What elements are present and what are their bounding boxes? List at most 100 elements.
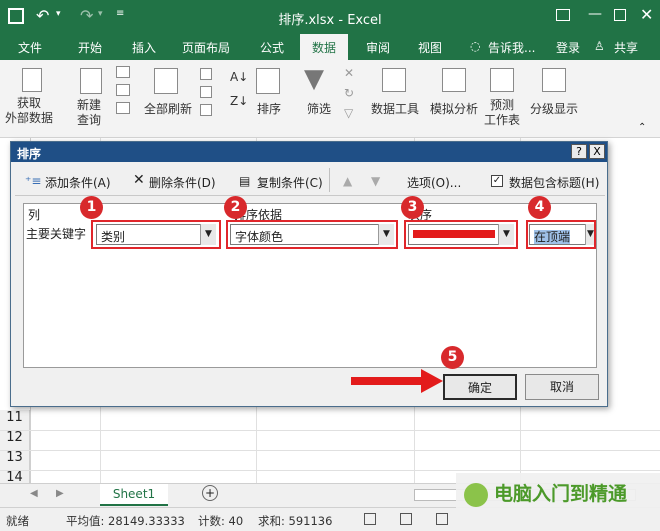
- close-icon[interactable]: ✕: [640, 5, 653, 24]
- dialog-toolbar: ⁺≡ 添加条件(A) ✕ 删除条件(D) ▤ 复制条件(C) ▲ ▼ 选项(O)…: [15, 164, 605, 196]
- step-marker-5: 5: [441, 346, 464, 369]
- status-count: 计数: 40: [198, 514, 244, 528]
- filter-icon: ▼: [304, 64, 324, 94]
- prev-sheet-icon[interactable]: ◀: [30, 488, 38, 499]
- move-up-icon[interactable]: ▲: [343, 174, 352, 188]
- tab-data[interactable]: 数据: [300, 34, 349, 60]
- connections-icon[interactable]: [200, 68, 212, 80]
- sort-icon: [256, 68, 280, 94]
- tab-review[interactable]: 审阅: [366, 39, 390, 56]
- sign-in-link[interactable]: 登录: [556, 39, 580, 56]
- show-queries-icon[interactable]: [116, 66, 130, 78]
- add-level-icon: ⁺≡: [25, 174, 42, 188]
- ribbon: 获取 外部数据 新建 查询 全部刷新 A↓ Z↓ 排序 ▼ 筛选 ✕ ↻ ▽ 数…: [0, 60, 660, 138]
- watermark-text: 电脑入门到精通: [494, 483, 628, 505]
- row-header[interactable]: 12: [0, 430, 30, 450]
- help-button[interactable]: ?: [571, 144, 587, 159]
- header-checkbox-label: 数据包含标题(H): [509, 176, 600, 190]
- forecast-sheet-icon: [490, 68, 514, 92]
- what-if-analysis-button[interactable]: 模拟分析: [428, 100, 480, 117]
- level-label: 主要关键字: [26, 225, 87, 242]
- delete-level-icon: ✕: [133, 172, 145, 188]
- refresh-all-icon: [154, 68, 178, 94]
- move-down-icon[interactable]: ▼: [371, 174, 380, 188]
- arrow-pointer: [351, 377, 425, 385]
- row-header[interactable]: 11: [0, 410, 30, 430]
- step-marker-2: 2: [224, 196, 247, 219]
- tab-formulas[interactable]: 公式: [260, 39, 284, 56]
- collapse-ribbon-icon[interactable]: ⌃: [638, 122, 646, 133]
- highlight-box-4: [526, 220, 596, 249]
- options-button[interactable]: 选项(O)...: [407, 174, 461, 191]
- sort-descending-icon[interactable]: Z↓: [230, 94, 248, 108]
- sort-button[interactable]: 排序: [252, 100, 286, 117]
- get-external-data-button[interactable]: 获取 外部数据: [0, 96, 58, 126]
- status-ready: 就绪: [6, 514, 29, 528]
- sort-ascending-icon[interactable]: A↓: [230, 70, 248, 84]
- watermark-icon: [464, 483, 488, 507]
- person-icon: ♙: [594, 39, 605, 53]
- status-average: 平均值: 28149.33333: [66, 514, 185, 528]
- column-header: 列: [28, 208, 41, 222]
- ribbon-tabs: 文件 开始 插入 页面布局 公式 数据 审阅 视图 ◌ 告诉我... 登录 ♙ …: [0, 34, 660, 60]
- arrow-head: [421, 369, 443, 393]
- copy-level-button[interactable]: 复制条件(C): [257, 174, 323, 191]
- minimize-icon[interactable]: —: [588, 6, 602, 22]
- sort-levels-grid: 列 排序依据 次序 主要关键字 类别 ▼ 字体颜色 ▼ ▼ 在顶端 ▼ 1 2 …: [23, 196, 597, 368]
- sort-dialog: 排序 ? X ⁺≡ 添加条件(A) ✕ 删除条件(D) ▤ 复制条件(C) ▲ …: [10, 141, 608, 407]
- tab-file[interactable]: 文件: [18, 39, 42, 56]
- row-header[interactable]: 13: [0, 450, 30, 470]
- step-marker-4: 4: [528, 196, 551, 219]
- next-sheet-icon[interactable]: ▶: [56, 488, 64, 499]
- what-if-icon: [442, 68, 466, 92]
- properties-icon[interactable]: [200, 86, 212, 98]
- share-button[interactable]: 共享: [614, 39, 638, 56]
- header-checkbox[interactable]: ✓: [491, 175, 503, 187]
- from-table-icon[interactable]: [116, 84, 130, 96]
- tab-view[interactable]: 视图: [418, 39, 442, 56]
- data-tools-icon: [382, 68, 406, 92]
- edit-links-icon[interactable]: [200, 104, 212, 116]
- clear-filter-icon[interactable]: ✕: [344, 66, 354, 80]
- dialog-title: 排序: [11, 142, 607, 162]
- cancel-button[interactable]: 取消: [525, 374, 599, 400]
- add-level-button[interactable]: 添加条件(A): [45, 174, 111, 191]
- tell-me-box[interactable]: 告诉我...: [488, 39, 535, 56]
- filter-button[interactable]: 筛选: [302, 100, 336, 117]
- data-tools-button[interactable]: 数据工具: [368, 100, 422, 117]
- highlight-box-3: [404, 220, 518, 249]
- watermark-logo: 电脑入门到精通: [456, 473, 660, 531]
- row-header[interactable]: 14: [0, 470, 30, 483]
- highlight-box-2: [226, 220, 398, 249]
- lightbulb-icon: ◌: [470, 39, 481, 53]
- page-break-icon[interactable]: [436, 513, 448, 525]
- step-marker-3: 3: [401, 196, 424, 219]
- copy-level-icon: ▤: [239, 174, 251, 188]
- recent-sources-icon[interactable]: [116, 102, 130, 114]
- forecast-sheet-button[interactable]: 预测 工作表: [478, 98, 526, 128]
- add-sheet-icon[interactable]: +: [202, 485, 218, 501]
- tab-page-layout[interactable]: 页面布局: [182, 39, 230, 56]
- tab-insert[interactable]: 插入: [132, 39, 156, 56]
- normal-view-icon[interactable]: [364, 513, 376, 525]
- ribbon-display-icon[interactable]: [556, 9, 570, 21]
- advanced-filter-icon[interactable]: ▽: [344, 106, 353, 120]
- highlight-box-1: [91, 220, 221, 249]
- ok-button[interactable]: 确定: [443, 374, 517, 400]
- step-marker-1: 1: [80, 196, 103, 219]
- title-bar: ↶ ▾ ↷ ▾ ≡ 排序.xlsx - Excel — ✕: [0, 0, 660, 34]
- status-sum: 求和: 591136: [258, 514, 333, 528]
- outline-icon: [542, 68, 566, 92]
- sheet-tab-sheet1[interactable]: Sheet1: [100, 484, 168, 506]
- page-layout-icon[interactable]: [400, 513, 412, 525]
- toolbar-divider: [329, 168, 330, 192]
- outline-button[interactable]: 分级显示: [526, 100, 582, 117]
- new-query-icon: [80, 68, 102, 94]
- maximize-icon[interactable]: [614, 9, 626, 21]
- tab-home[interactable]: 开始: [78, 39, 102, 56]
- dialog-close-button[interactable]: X: [589, 144, 605, 159]
- delete-level-button[interactable]: 删除条件(D): [149, 174, 216, 191]
- refresh-all-button[interactable]: 全部刷新: [140, 100, 196, 117]
- reapply-icon[interactable]: ↻: [344, 86, 354, 100]
- new-query-button[interactable]: 新建 查询: [64, 98, 114, 128]
